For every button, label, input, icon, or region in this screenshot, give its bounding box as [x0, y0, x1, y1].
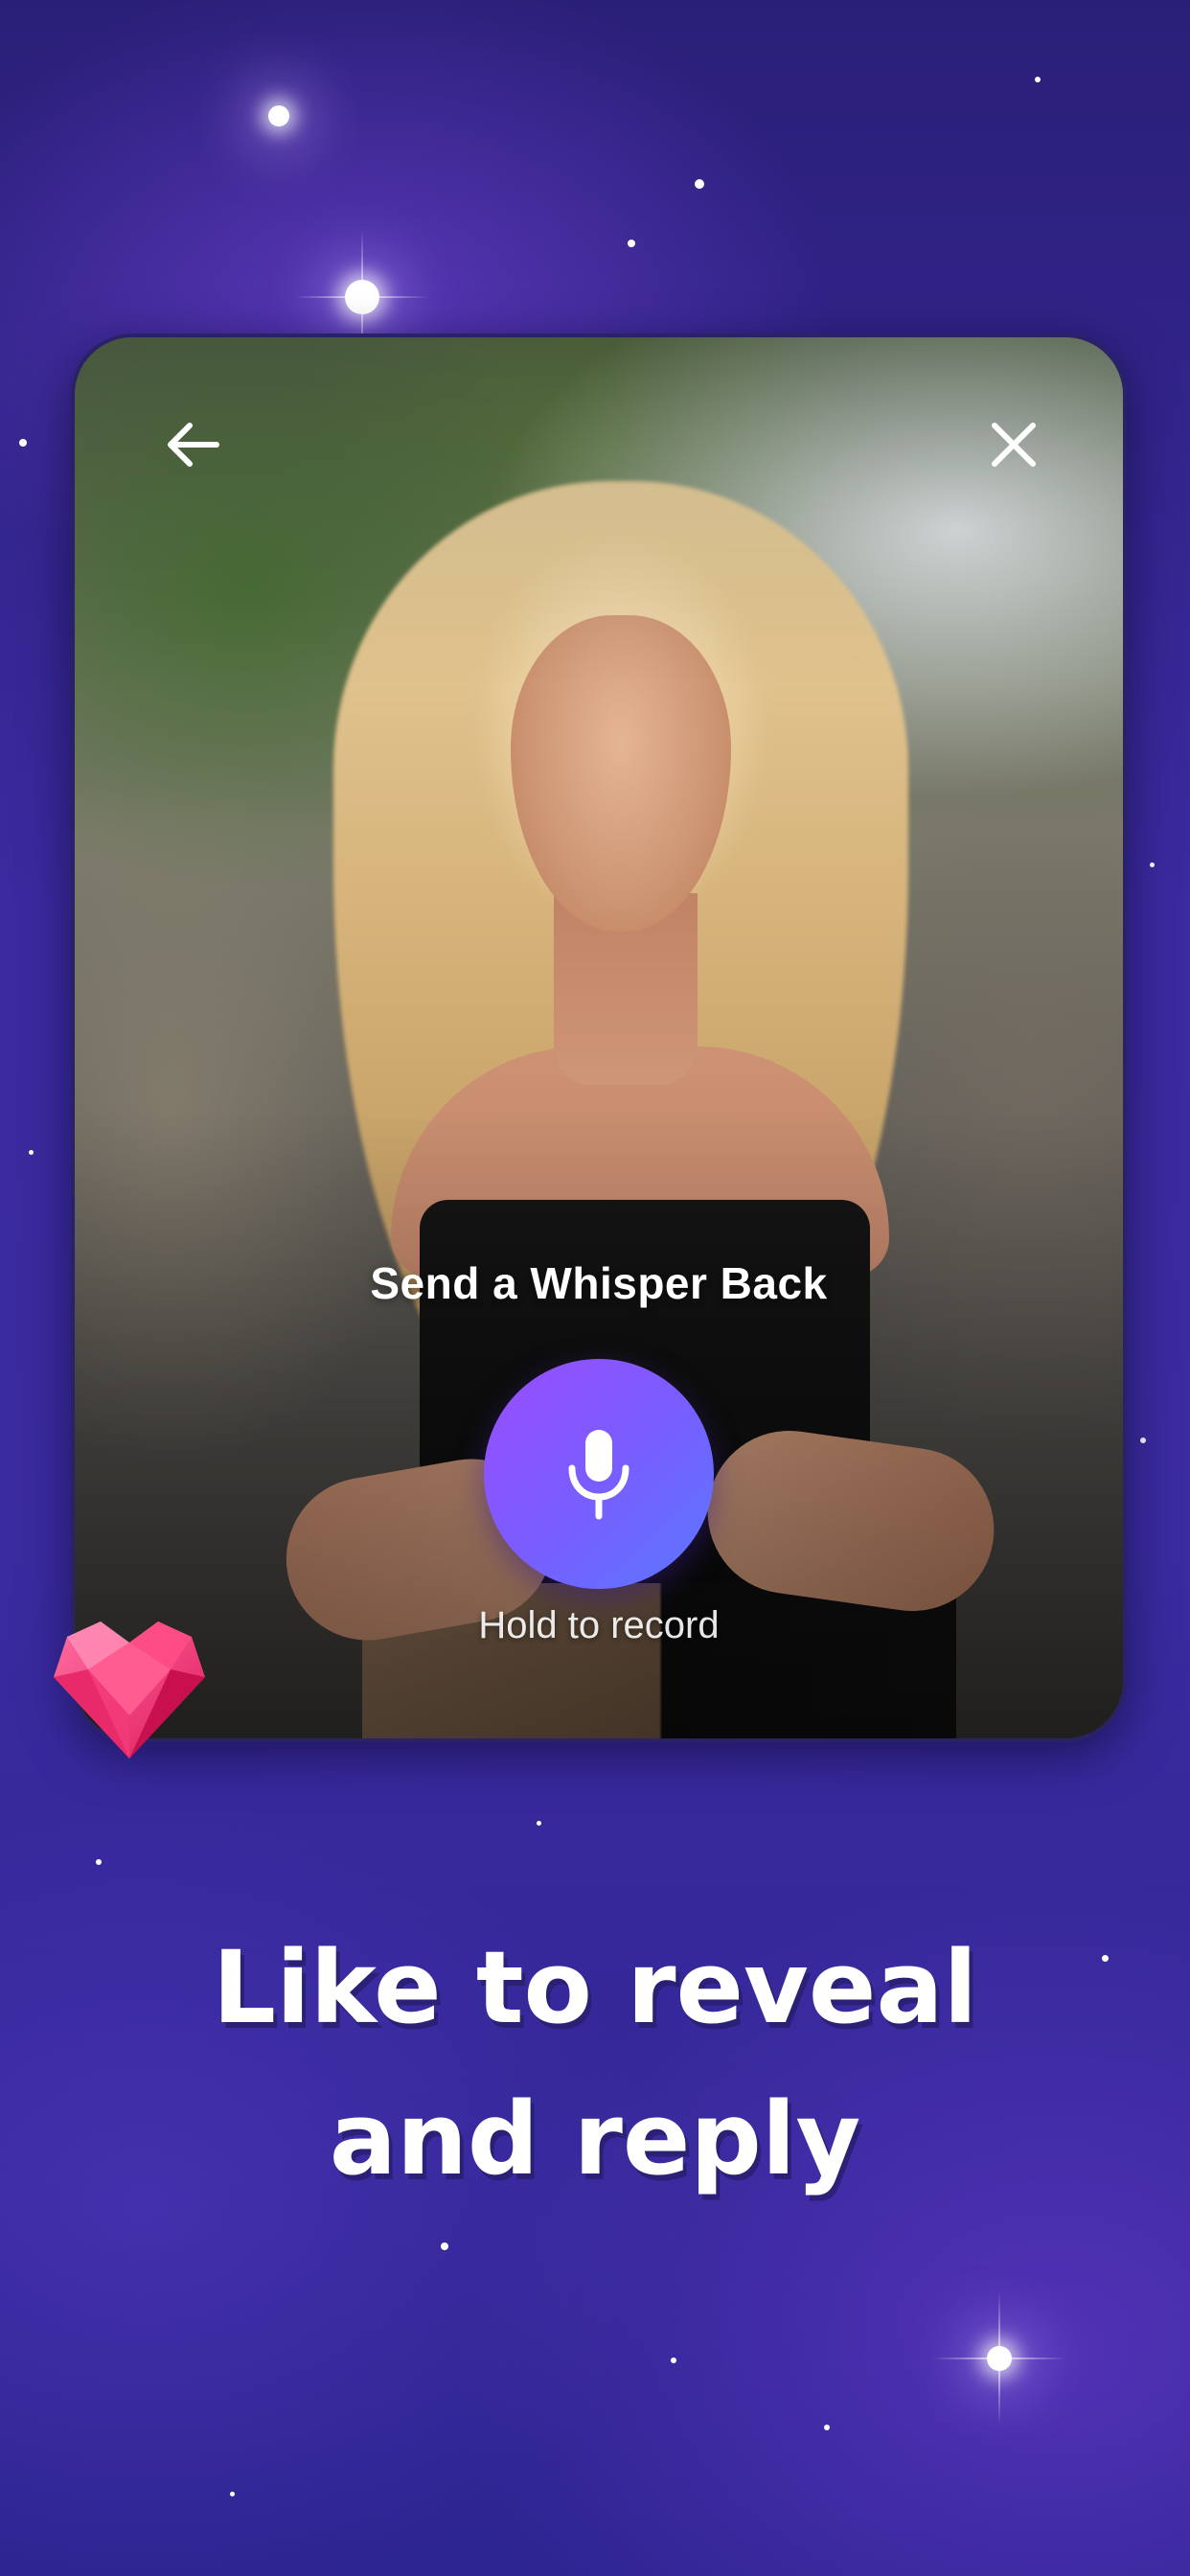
- star: [268, 105, 289, 126]
- star: [671, 2358, 676, 2363]
- star: [441, 2242, 448, 2250]
- star: [1035, 77, 1041, 82]
- star: [628, 240, 635, 247]
- star: [537, 1821, 541, 1826]
- record-button[interactable]: [484, 1359, 714, 1589]
- star: [29, 1150, 34, 1155]
- profile-card[interactable]: Send a Whisper Back Hold to record: [71, 334, 1127, 1742]
- promo-headline: Like to reveal and reply: [0, 1912, 1190, 2215]
- star: [695, 179, 704, 189]
- heart-badge: [48, 1610, 211, 1763]
- heart-gem-icon: [54, 1622, 205, 1759]
- headline-line-1: Like to reveal: [212, 1929, 978, 2046]
- star: [96, 1859, 102, 1865]
- star: [824, 2425, 830, 2430]
- record-hint: Hold to record: [478, 1604, 720, 1646]
- close-button[interactable]: [973, 404, 1054, 485]
- arrow-left-icon: [168, 423, 219, 467]
- microphone-icon: [568, 1430, 629, 1520]
- headline-line-2: and reply: [329, 2081, 861, 2197]
- star: [345, 280, 379, 314]
- star: [230, 2492, 235, 2496]
- back-button[interactable]: [153, 404, 234, 485]
- star: [19, 439, 27, 447]
- star: [1150, 862, 1155, 867]
- close-icon: [992, 423, 1036, 467]
- star: [1140, 1438, 1146, 1443]
- whisper-title: Send a Whisper Back: [370, 1258, 828, 1308]
- star: [987, 2346, 1012, 2371]
